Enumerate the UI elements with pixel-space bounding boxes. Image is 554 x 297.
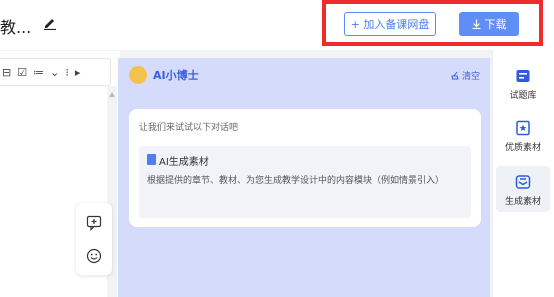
- top-bar: 教... + 加入备课网盘 下载: [0, 0, 554, 50]
- assistant-name: AI小博士: [153, 69, 199, 82]
- suggestion-title: AI生成素材: [159, 157, 209, 168]
- download-button[interactable]: 下载: [459, 12, 519, 36]
- sidebar-item-generate-material[interactable]: 生成素材: [496, 166, 550, 212]
- editor-toolbar: ⊟ ☑ ≔ ⌄ ⁝ ▸: [0, 58, 111, 86]
- indent-icon[interactable]: ⊟: [2, 64, 11, 80]
- list-icon[interactable]: ≔: [33, 64, 44, 80]
- download-arrow-icon: [472, 19, 480, 29]
- app-page: 教... + 加入备课网盘 下载 ⊟ ☑ ≔ ⌄ ⁝ ▸ AI小博士 清空 让我…: [0, 0, 554, 297]
- assistant-avatar-icon: [129, 66, 147, 84]
- scroll-up-icon[interactable]: [109, 92, 115, 97]
- download-label: 下载: [484, 18, 507, 31]
- chevron-down-icon[interactable]: ⌄: [50, 64, 59, 80]
- add-to-disk-label: + 加入备课网盘: [350, 18, 430, 31]
- document-title[interactable]: 教...: [0, 14, 31, 38]
- add-comment-icon[interactable]: [86, 215, 102, 231]
- sidebar-label-question-bank: 试题库: [509, 91, 537, 101]
- sidebar-label-generate-material: 生成素材: [504, 197, 541, 207]
- sidebar-item-quality-material[interactable]: 优质素材: [496, 112, 550, 158]
- sidebar-label-quality-material: 优质素材: [504, 143, 541, 153]
- document-icon: [147, 154, 156, 165]
- edit-pencil-icon[interactable]: [43, 16, 57, 30]
- clear-chat-label: 清空: [462, 72, 481, 82]
- generate-material-icon: [515, 175, 531, 189]
- more-vertical-icon[interactable]: ⁝: [65, 64, 69, 80]
- question-bank-icon: [516, 70, 530, 82]
- suggestion-description: 根据提供的章节、教材、为您生成教学设计中的内容模块（例如情景引入）: [147, 176, 445, 186]
- broom-icon: [451, 71, 459, 80]
- checkbox-icon[interactable]: ☑: [17, 64, 27, 80]
- emoji-icon[interactable]: [86, 248, 102, 264]
- floating-toolbox: [76, 203, 112, 275]
- expand-arrow-icon[interactable]: ▸: [75, 64, 81, 80]
- clear-chat-button[interactable]: 清空: [451, 69, 480, 82]
- star-material-icon: [516, 120, 530, 136]
- add-to-disk-button[interactable]: + 加入备课网盘: [344, 12, 436, 36]
- chat-intro-text: 让我们来试试以下对话吧: [139, 123, 239, 133]
- sidebar-item-question-bank[interactable]: 试题库: [496, 60, 550, 106]
